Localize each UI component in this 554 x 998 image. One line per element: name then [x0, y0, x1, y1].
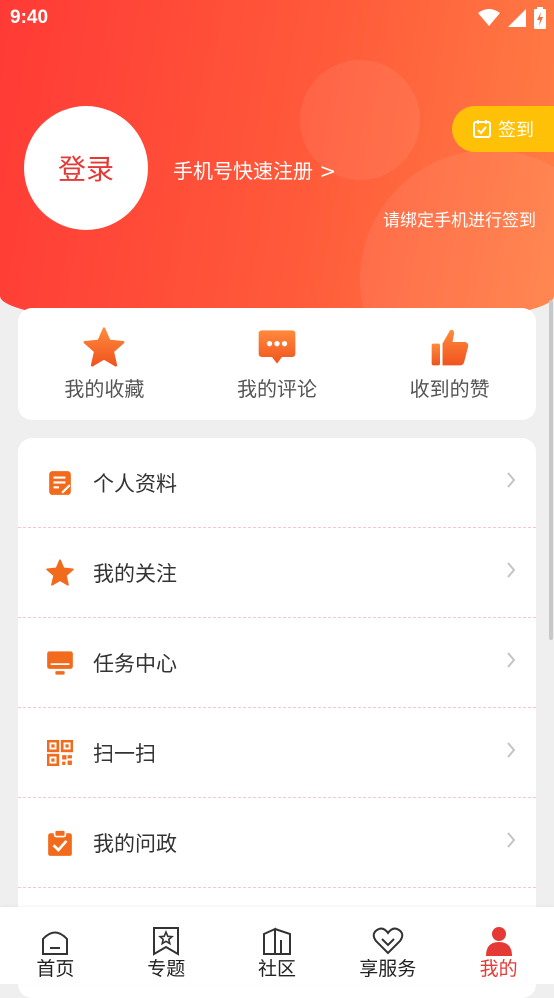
menu-item-task-center[interactable]: 任务中心 — [18, 618, 536, 708]
star-icon — [46, 559, 74, 587]
calendar-check-icon — [473, 120, 491, 138]
header-decoration — [360, 150, 554, 330]
menu-item-label: 我的关注 — [93, 561, 177, 586]
my-favorites-button[interactable]: 我的收藏 — [24, 326, 184, 402]
wifi-icon — [478, 9, 500, 26]
community-icon — [262, 927, 291, 955]
bind-phone-tip: 请绑定手机进行签到 — [383, 211, 536, 231]
chevron-right-icon — [507, 562, 516, 578]
qr-code-icon — [46, 739, 74, 767]
received-likes-button[interactable]: 收到的赞 — [370, 327, 530, 402]
my-comments-button[interactable]: 我的评论 — [197, 327, 357, 402]
login-label: 登录 — [57, 153, 114, 186]
checkin-label: 签到 — [498, 120, 534, 141]
battery-icon — [534, 7, 546, 29]
menu-item-scan[interactable]: 扫一扫 — [18, 708, 536, 798]
tab-home[interactable]: 首页 — [0, 907, 111, 984]
tab-label: 享服务 — [359, 958, 417, 980]
login-button[interactable]: 登录 — [24, 106, 148, 230]
tab-label: 专题 — [147, 958, 186, 980]
person-icon — [485, 927, 512, 956]
scrollbar[interactable] — [549, 300, 553, 640]
chevron-right-icon — [507, 832, 516, 848]
clipboard-check-icon — [46, 828, 74, 857]
status-bar: 9:40 — [0, 0, 554, 38]
chevron-right-icon — [507, 742, 516, 758]
tab-mine[interactable]: 我的 — [443, 907, 554, 984]
menu-item-label: 个人资料 — [93, 471, 177, 496]
checkin-button[interactable]: 签到 — [452, 106, 554, 152]
menu-item-label: 我的问政 — [93, 831, 177, 856]
chevron-right-icon — [507, 472, 516, 488]
tab-label: 首页 — [36, 958, 75, 980]
status-icons — [478, 7, 546, 29]
quick-action-label: 我的收藏 — [64, 376, 145, 401]
signal-icon — [508, 9, 526, 27]
quick-action-label: 收到的赞 — [409, 376, 490, 401]
tab-label: 我的 — [479, 958, 518, 980]
menu-item-follows[interactable]: 我的关注 — [18, 528, 536, 618]
tab-label: 社区 — [257, 958, 296, 980]
menu-item-profile[interactable]: 个人资料 — [18, 438, 536, 528]
menu-item-inquiries[interactable]: 我的问政 — [18, 798, 536, 888]
bookmark-star-icon — [153, 927, 180, 956]
quick-actions-card: 我的收藏 我的评论 收到的赞 — [18, 308, 536, 420]
profile-doc-icon — [46, 469, 74, 497]
chevron-right-icon — [507, 652, 516, 668]
thumbs-up-icon — [431, 329, 468, 365]
monitor-icon — [46, 649, 74, 677]
menu-item-label: 任务中心 — [93, 651, 177, 676]
home-icon — [42, 931, 69, 955]
tab-services[interactable]: 享服务 — [332, 907, 443, 984]
tab-topics[interactable]: 专题 — [111, 907, 222, 984]
status-time: 9:40 — [10, 7, 49, 28]
star-icon — [83, 326, 125, 367]
heart-icon — [372, 927, 404, 955]
comment-icon — [258, 329, 296, 364]
tab-community[interactable]: 社区 — [222, 907, 333, 984]
bottom-tab-bar: 首页 专题 社区 享服务 我的 — [0, 907, 554, 984]
menu-item-label: 扫一扫 — [93, 741, 156, 766]
quick-action-label: 我的评论 — [236, 376, 317, 401]
quick-register-link[interactable]: 手机号快速注册 > — [173, 155, 336, 184]
